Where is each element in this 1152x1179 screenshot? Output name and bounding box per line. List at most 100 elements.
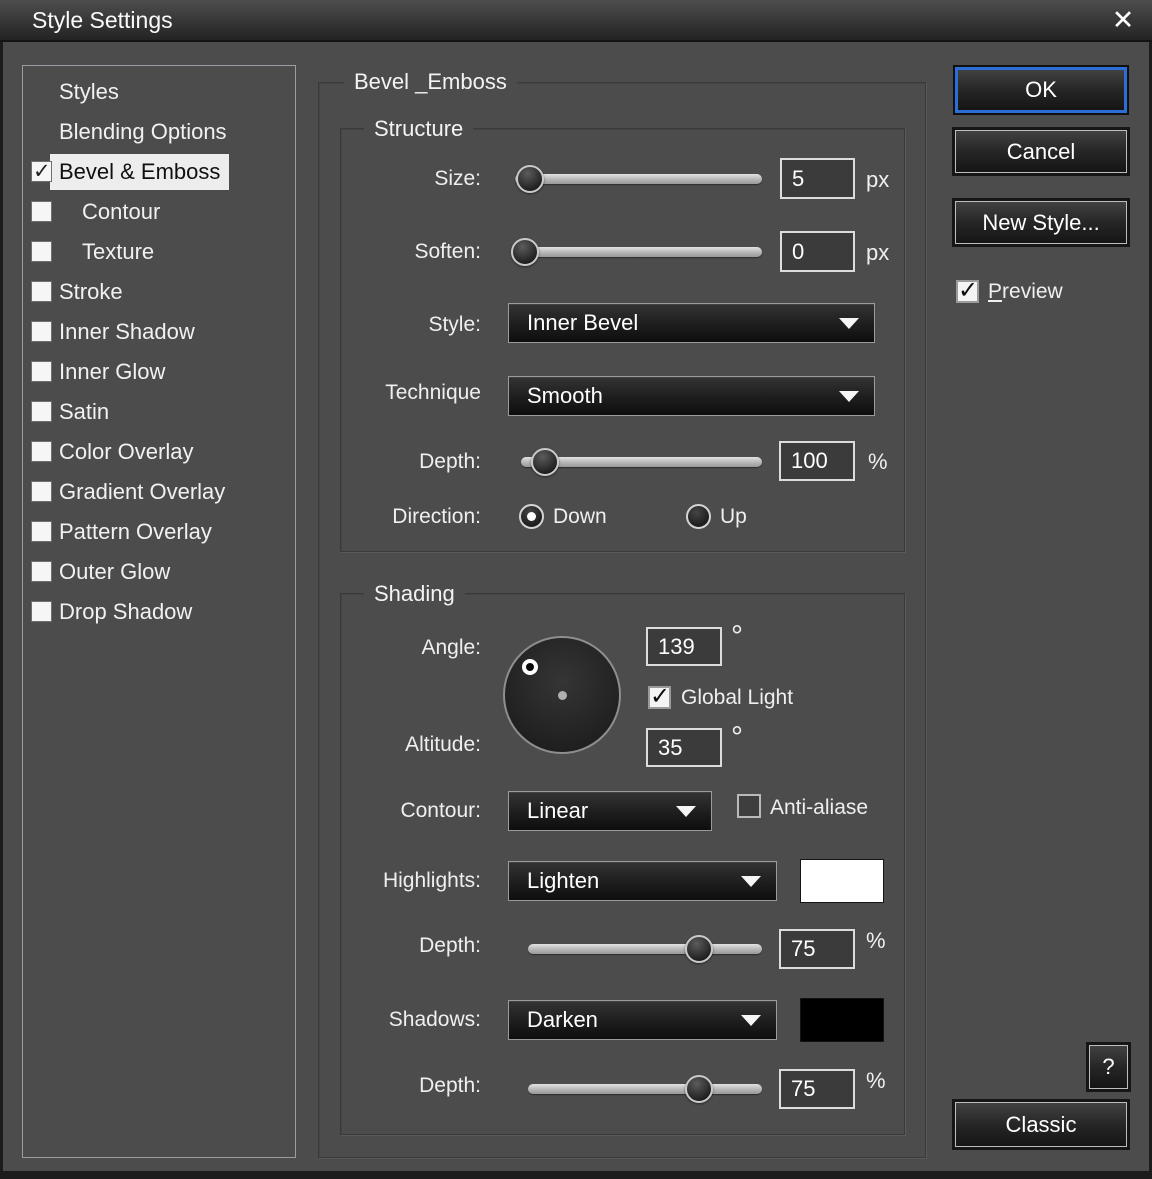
preview-label: Preview bbox=[988, 279, 1063, 305]
global-light-checkbox[interactable] bbox=[648, 686, 671, 709]
soften-unit: px bbox=[866, 240, 889, 266]
direction-label: Direction: bbox=[281, 504, 481, 530]
sidebar-item-pattern-overlay[interactable]: Pattern Overlay bbox=[23, 514, 295, 550]
new-style-button[interactable]: New Style... bbox=[955, 201, 1127, 244]
shadow-depth-slider[interactable] bbox=[528, 1075, 762, 1103]
size-slider-track[interactable] bbox=[515, 174, 762, 184]
sidebar-item-label: Bevel & Emboss bbox=[50, 154, 229, 190]
depth-label: Depth: bbox=[281, 449, 481, 475]
style-dropdown-value: Inner Bevel bbox=[527, 310, 638, 336]
sidebar-item-blending-options[interactable]: Blending Options bbox=[23, 114, 295, 150]
sidebar-item-checkbox[interactable] bbox=[31, 601, 52, 622]
sidebar-item-label: Inner Glow bbox=[50, 354, 174, 390]
style-settings-dialog: Style Settings ✕ Styles Blending Options B… bbox=[0, 0, 1152, 1179]
soften-slider-thumb[interactable] bbox=[511, 238, 539, 266]
shadows-dropdown[interactable]: Darken bbox=[508, 1000, 777, 1040]
sidebar-item-checkbox[interactable] bbox=[31, 241, 52, 262]
sidebar-item-label: Texture bbox=[73, 234, 163, 270]
sidebar-item-bevel-emboss[interactable]: Bevel & Emboss bbox=[23, 154, 295, 190]
shadow-depth-slider-thumb[interactable] bbox=[685, 1075, 713, 1103]
size-input[interactable] bbox=[780, 158, 855, 199]
sidebar-item-outer-glow[interactable]: Outer Glow bbox=[23, 554, 295, 590]
sidebar-item-label: Gradient Overlay bbox=[50, 474, 234, 510]
sidebar-item-satin[interactable]: Satin bbox=[23, 394, 295, 430]
cancel-button[interactable]: Cancel bbox=[955, 130, 1127, 173]
sidebar-item-inner-glow[interactable]: Inner Glow bbox=[23, 354, 295, 390]
angle-input[interactable] bbox=[646, 627, 722, 666]
style-dropdown[interactable]: Inner Bevel bbox=[508, 303, 875, 343]
sidebar-item-color-overlay[interactable]: Color Overlay bbox=[23, 434, 295, 470]
sidebar-item-checkbox[interactable] bbox=[31, 161, 52, 182]
highlight-depth-unit: % bbox=[866, 928, 886, 954]
depth-input[interactable] bbox=[779, 441, 855, 481]
sidebar-item-contour[interactable]: Contour bbox=[23, 194, 295, 230]
sidebar-item-stroke[interactable]: Stroke bbox=[23, 274, 295, 310]
soften-slider-track[interactable] bbox=[515, 247, 762, 257]
direction-down-radio[interactable] bbox=[519, 504, 544, 529]
size-label: Size: bbox=[281, 166, 481, 192]
highlight-depth-slider-track[interactable] bbox=[528, 944, 762, 954]
sidebar-item-texture[interactable]: Texture bbox=[23, 234, 295, 270]
soften-label: Soften: bbox=[281, 239, 481, 265]
sidebar-item-label: Drop Shadow bbox=[50, 594, 201, 630]
size-slider-thumb[interactable] bbox=[516, 165, 544, 193]
contour-label: Contour: bbox=[281, 798, 481, 824]
sidebar-item-label: Inner Shadow bbox=[50, 314, 204, 350]
preview-checkbox[interactable] bbox=[956, 280, 979, 303]
sidebar-item-inner-shadow[interactable]: Inner Shadow bbox=[23, 314, 295, 350]
sidebar-item-checkbox[interactable] bbox=[31, 521, 52, 542]
shadow-color-swatch[interactable] bbox=[800, 998, 884, 1042]
highlight-depth-label: Depth: bbox=[281, 933, 481, 959]
shadow-depth-slider-track[interactable] bbox=[528, 1084, 762, 1094]
technique-label: Technique bbox=[281, 380, 481, 406]
sidebar-item-label: Pattern Overlay bbox=[50, 514, 221, 550]
sidebar-item-checkbox[interactable] bbox=[31, 201, 52, 222]
bevel-emboss-legend: Bevel _Emboss bbox=[344, 69, 517, 95]
highlight-color-swatch[interactable] bbox=[800, 859, 884, 903]
sidebar-item-checkbox[interactable] bbox=[31, 401, 52, 422]
chevron-down-icon bbox=[741, 876, 761, 887]
sidebar-item-checkbox[interactable] bbox=[31, 481, 52, 502]
angle-label: Angle: bbox=[281, 635, 481, 661]
highlight-depth-input[interactable] bbox=[779, 929, 855, 969]
contour-dropdown-value: Linear bbox=[527, 798, 588, 824]
shadow-depth-input[interactable] bbox=[779, 1069, 855, 1109]
direction-up-radio[interactable] bbox=[686, 504, 711, 529]
sidebar-item-checkbox[interactable] bbox=[31, 361, 52, 382]
sidebar-item-drop-shadow[interactable]: Drop Shadow bbox=[23, 594, 295, 630]
sidebar-item-styles[interactable]: Styles bbox=[23, 74, 295, 110]
help-button[interactable]: ? bbox=[1089, 1045, 1128, 1089]
shadows-label: Shadows: bbox=[281, 1007, 481, 1033]
angle-dial[interactable] bbox=[503, 636, 621, 754]
window-title: Style Settings bbox=[32, 7, 173, 34]
sidebar-item-checkbox[interactable] bbox=[31, 321, 52, 342]
sidebar-item-checkbox[interactable] bbox=[31, 281, 52, 302]
shading-legend: Shading bbox=[364, 581, 465, 607]
depth-unit: % bbox=[868, 449, 888, 475]
contour-dropdown[interactable]: Linear bbox=[508, 791, 712, 831]
sidebar-item-label: Satin bbox=[50, 394, 118, 430]
close-icon[interactable]: ✕ bbox=[1104, 2, 1142, 38]
classic-button[interactable]: Classic bbox=[955, 1102, 1127, 1147]
structure-legend: Structure bbox=[364, 116, 473, 142]
technique-dropdown[interactable]: Smooth bbox=[508, 376, 875, 416]
sidebar-item-checkbox[interactable] bbox=[31, 561, 52, 582]
depth-slider-thumb[interactable] bbox=[531, 448, 559, 476]
sidebar-item-gradient-overlay[interactable]: Gradient Overlay bbox=[23, 474, 295, 510]
sidebar-item-checkbox[interactable] bbox=[31, 441, 52, 462]
shadow-depth-unit: % bbox=[866, 1068, 886, 1094]
soften-slider[interactable] bbox=[515, 238, 762, 266]
technique-dropdown-value: Smooth bbox=[527, 383, 603, 409]
highlights-dropdown[interactable]: Lighten bbox=[508, 861, 777, 901]
size-unit: px bbox=[866, 167, 889, 193]
depth-slider[interactable] bbox=[521, 448, 762, 476]
anti-alias-checkbox[interactable] bbox=[737, 794, 761, 818]
soften-input[interactable] bbox=[780, 231, 855, 272]
highlight-depth-slider-thumb[interactable] bbox=[685, 935, 713, 963]
ok-button[interactable]: OK bbox=[955, 67, 1127, 113]
highlight-depth-slider[interactable] bbox=[528, 935, 762, 963]
size-slider[interactable] bbox=[515, 165, 762, 193]
dial-angle-indicator[interactable] bbox=[522, 659, 538, 675]
altitude-input[interactable] bbox=[646, 728, 722, 767]
direction-down-label: Down bbox=[553, 504, 607, 530]
